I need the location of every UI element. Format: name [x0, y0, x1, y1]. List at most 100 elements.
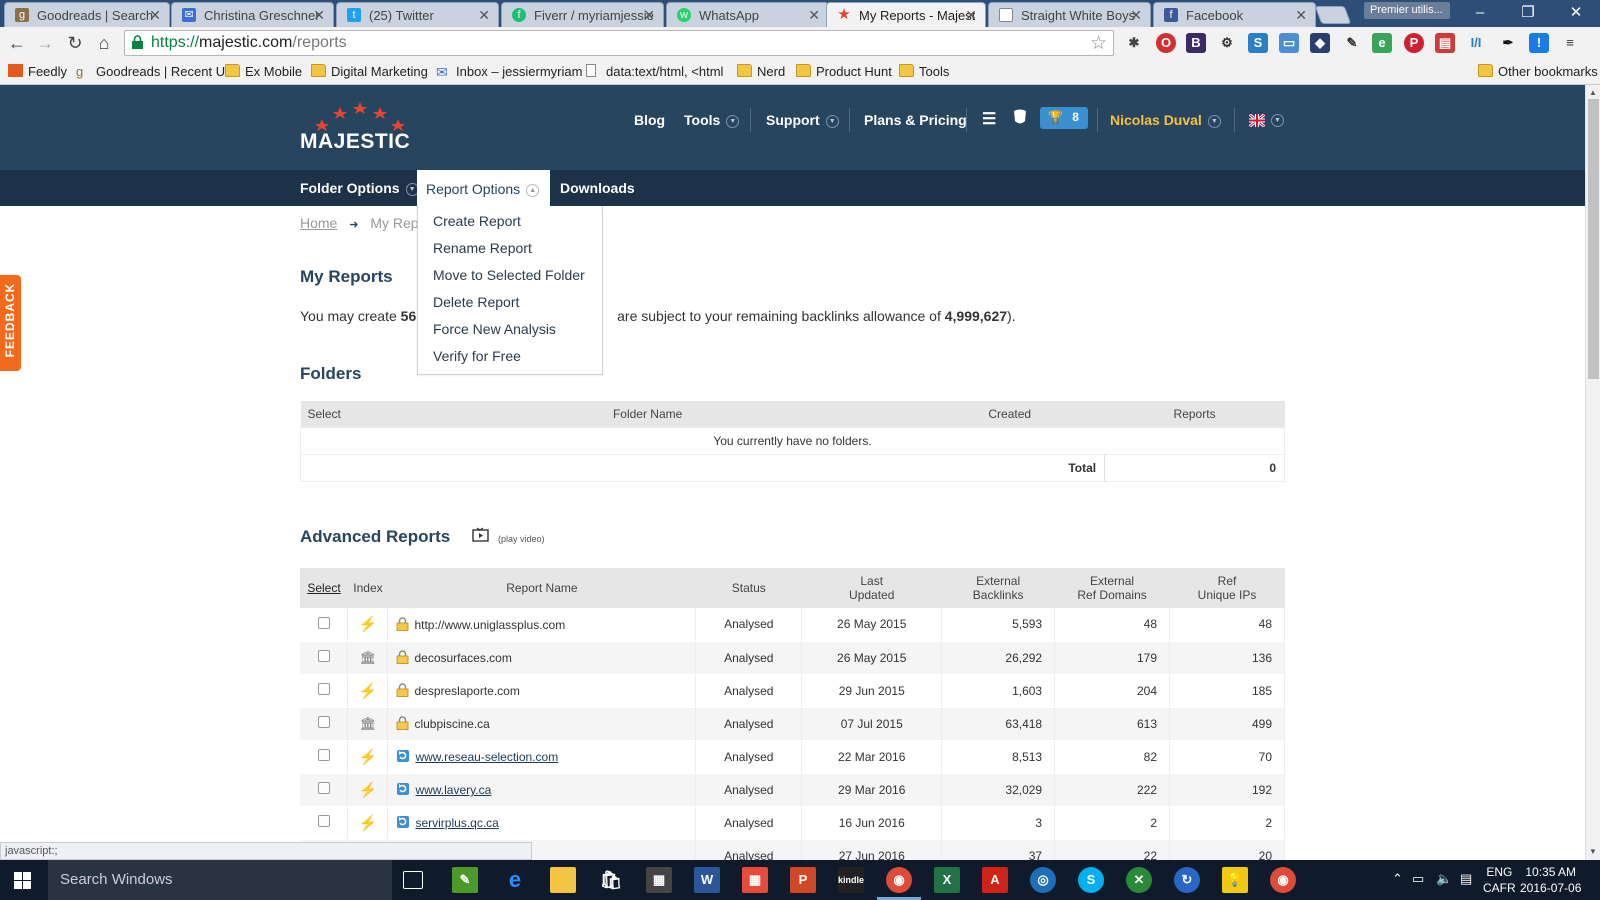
- close-icon[interactable]: ✕: [149, 7, 161, 24]
- volume-icon[interactable]: 🔈: [1436, 871, 1452, 887]
- powerpoint-icon[interactable]: P: [790, 867, 816, 893]
- close-icon[interactable]: ✕: [965, 7, 977, 24]
- s-extension-icon[interactable]: S: [1248, 33, 1268, 53]
- close-icon[interactable]: ✕: [808, 7, 820, 24]
- pen-icon[interactable]: ✎: [1342, 33, 1362, 53]
- menu-icon[interactable]: ≡: [1560, 33, 1580, 53]
- chrome-icon[interactable]: ◉: [1270, 867, 1296, 893]
- bookmark-folder[interactable]: Nerd: [737, 64, 785, 79]
- folder-options-menu[interactable]: Folder Options ▼: [300, 180, 419, 196]
- home-icon[interactable]: ⌂: [93, 32, 115, 54]
- close-icon[interactable]: ✕: [1295, 7, 1307, 24]
- report-name-link[interactable]: decosurfaces.com: [414, 651, 511, 665]
- alert-icon[interactable]: !: [1529, 33, 1549, 53]
- windows-start-icon[interactable]: [14, 872, 31, 889]
- menu-item-delete-report[interactable]: Delete Report: [433, 294, 519, 310]
- network-app-icon[interactable]: ◎: [1030, 867, 1056, 893]
- report-name-link[interactable]: www.lavery.ca: [415, 783, 491, 797]
- bookmark-folder[interactable]: Tools: [899, 64, 949, 79]
- bookmark[interactable]: data:text/html, <html: [586, 64, 723, 79]
- browser-tab-active[interactable]: ★ My Reports - Majest ✕: [826, 2, 986, 27]
- feedback-tab[interactable]: FEEDBACK: [0, 275, 21, 371]
- reload-icon[interactable]: ↻: [64, 32, 86, 54]
- select-all-link[interactable]: Select: [307, 581, 340, 595]
- row-checkbox[interactable]: [317, 749, 330, 761]
- bookmark-folder[interactable]: Digital Marketing: [311, 64, 428, 79]
- menu-item-rename-report[interactable]: Rename Report: [433, 240, 532, 256]
- close-icon[interactable]: ✕: [1130, 7, 1142, 24]
- browser-tab[interactable]: w WhatsApp ✕: [666, 2, 829, 27]
- chrome-icon[interactable]: ◉: [886, 867, 912, 893]
- report-name-link[interactable]: www.reseau-selection.com: [415, 750, 558, 764]
- calculator-icon[interactable]: ▦: [646, 867, 672, 893]
- battery-icon[interactable]: ▭: [1412, 871, 1424, 887]
- notification-icon[interactable]: ▤: [1460, 871, 1472, 887]
- minimize-icon[interactable]: –: [1460, 3, 1500, 23]
- feather-icon[interactable]: ✒: [1498, 33, 1518, 53]
- store-icon[interactable]: 🛍: [598, 867, 624, 893]
- select-header[interactable]: Select: [300, 568, 348, 608]
- pinterest-icon[interactable]: P: [1404, 33, 1424, 53]
- nav-plans-pricing[interactable]: Plans & Pricing: [864, 112, 967, 128]
- browser-tab[interactable]: g Goodreads | Search ✕: [4, 2, 170, 27]
- row-checkbox[interactable]: [317, 815, 330, 827]
- menu-item-force-analysis[interactable]: Force New Analysis: [433, 321, 556, 337]
- report-name-link[interactable]: http://www.uniglassplus.com: [414, 618, 565, 632]
- report-name-link[interactable]: servirplus.qc.ca: [415, 816, 498, 830]
- menu-item-move-to-folder[interactable]: Move to Selected Folder: [433, 267, 585, 283]
- address-bar[interactable]: https://majestic.com/reports ☆: [124, 30, 1114, 56]
- close-window-icon[interactable]: ✕: [1556, 3, 1596, 23]
- excel-icon[interactable]: X: [934, 867, 960, 893]
- screen-icon[interactable]: ▭: [1279, 33, 1299, 53]
- language-menu[interactable]: ▼: [1248, 111, 1284, 128]
- sync-icon[interactable]: ↻: [1174, 867, 1200, 893]
- downloads-link[interactable]: Downloads: [560, 180, 635, 196]
- evernote-icon[interactable]: e: [1372, 33, 1392, 53]
- other-bookmarks[interactable]: Other bookmarks: [1478, 64, 1598, 79]
- shield-icon[interactable]: [1013, 109, 1027, 129]
- majestic-logo[interactable]: MAJESTIC: [300, 101, 410, 161]
- browser-tab[interactable]: ✉ Christina Greschner ✕: [171, 2, 334, 27]
- close-icon[interactable]: ✕: [313, 7, 325, 24]
- scroll-down-icon[interactable]: ▼: [1589, 847, 1597, 856]
- mail-extension-icon[interactable]: ▤: [1435, 33, 1455, 53]
- bookmark[interactable]: g Goodreads | Recent U: [76, 64, 225, 79]
- spider-icon[interactable]: ✱: [1124, 33, 1144, 53]
- row-checkbox[interactable]: [317, 782, 330, 794]
- taskbar-search[interactable]: Search Windows: [48, 860, 392, 900]
- forward-icon[interactable]: →: [34, 32, 56, 54]
- scroll-up-icon[interactable]: ▲: [1589, 88, 1597, 97]
- task-view-icon[interactable]: [403, 871, 423, 889]
- menu-item-create-report[interactable]: Create Report: [433, 213, 521, 229]
- trophy-badge[interactable]: 🏆 8: [1040, 107, 1088, 129]
- chevron-up-icon[interactable]: ⌃: [1392, 871, 1403, 887]
- row-checkbox[interactable]: [317, 616, 330, 629]
- nav-tools[interactable]: Tools ▼: [684, 112, 740, 128]
- report-options-menu[interactable]: Report Options ▲: [417, 170, 550, 206]
- opera-icon[interactable]: O: [1156, 33, 1176, 53]
- skype-icon[interactable]: S: [1078, 867, 1104, 893]
- breadcrumb-home[interactable]: Home: [300, 215, 337, 231]
- restore-icon[interactable]: ❐: [1508, 3, 1548, 23]
- xbox-icon[interactable]: ✕: [1126, 867, 1152, 893]
- language-indicator[interactable]: ENG CAFR: [1483, 864, 1516, 896]
- nav-blog[interactable]: Blog: [634, 112, 665, 128]
- row-checkbox[interactable]: [317, 683, 330, 695]
- browser-tab[interactable]: Straight White Boys ✕: [988, 2, 1151, 27]
- report-name-link[interactable]: despreslaporte.com: [414, 684, 519, 698]
- new-tab-button[interactable]: [1314, 6, 1352, 24]
- file-explorer-icon[interactable]: [550, 867, 576, 893]
- bookmark-folder[interactable]: Product Hunt: [796, 64, 892, 79]
- video-icon[interactable]: [472, 527, 489, 542]
- lightbulb-icon[interactable]: 💡: [1222, 867, 1248, 893]
- report-name-link[interactable]: clubpiscine.ca: [414, 717, 489, 731]
- menu-item-verify-free[interactable]: Verify for Free: [433, 348, 521, 364]
- kindle-icon[interactable]: kindle: [838, 867, 864, 893]
- bookmark-folder[interactable]: Ex Mobile: [225, 64, 302, 79]
- edge-icon[interactable]: e: [502, 867, 528, 893]
- bookmark[interactable]: ✉ Inbox – jessiermyriam: [436, 64, 582, 80]
- puzzle-icon[interactable]: ◆: [1310, 33, 1330, 53]
- row-checkbox[interactable]: [317, 716, 330, 728]
- scroll-thumb[interactable]: [1588, 99, 1599, 379]
- browser-tab[interactable]: t (25) Twitter ✕: [336, 2, 499, 27]
